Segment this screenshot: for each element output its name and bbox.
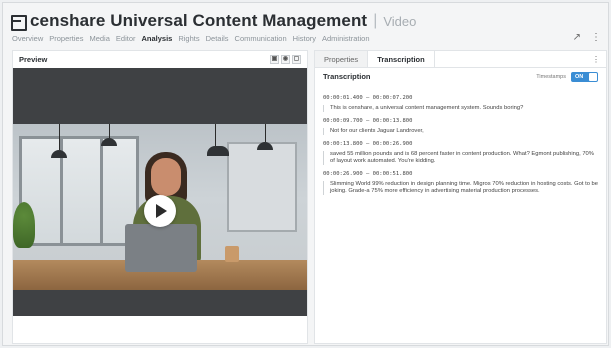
tab-properties-panel[interactable]: Properties: [315, 51, 368, 67]
transcript-text: Slimming World 99% reduction in design p…: [323, 181, 598, 195]
tab-editor[interactable]: Editor: [116, 34, 136, 43]
timestamps-control: Timestamps ON: [536, 71, 598, 82]
transcription-title: Transcription: [323, 72, 371, 81]
header-actions: ↗ ⋮: [573, 32, 601, 43]
tab-media[interactable]: Media: [89, 34, 109, 43]
expand-icon[interactable]: ↗: [573, 32, 581, 43]
transcript-text: Not for our clients Jaguar Landrover,: [323, 128, 598, 135]
preview-title: Preview: [19, 55, 48, 64]
analysis-panel: Properties Transcription ⋮ Transcription…: [314, 50, 607, 344]
tab-properties[interactable]: Properties: [49, 34, 83, 43]
tab-communication[interactable]: Communication: [235, 34, 287, 43]
tab-overview[interactable]: Overview: [12, 34, 43, 43]
tab-details[interactable]: Details: [206, 34, 229, 43]
transcript-entry[interactable]: 00:00:09.700 – 00:00:13.800 Not for our …: [323, 118, 598, 135]
video-asset-icon: [10, 14, 27, 31]
tab-transcription[interactable]: Transcription: [367, 51, 435, 67]
tab-administration[interactable]: Administration: [322, 34, 370, 43]
picture-in-picture-icon[interactable]: ▢: [292, 55, 301, 64]
video-shelf-decor: [227, 142, 297, 232]
camera-icon[interactable]: ▣: [270, 55, 279, 64]
eye-icon[interactable]: ◉: [281, 55, 290, 64]
transcription-header: Transcription Timestamps ON: [315, 68, 606, 85]
asset-tabs: Overview Properties Media Editor Analysi…: [12, 34, 370, 43]
video-lamp-cord: [215, 124, 216, 146]
transcription-list: 00:00:01.400 – 00:00:07.200 This is cens…: [315, 85, 606, 195]
transcript-entry[interactable]: 00:00:01.400 – 00:00:07.200 This is cens…: [323, 95, 598, 112]
video-person-head: [151, 158, 181, 196]
analysis-tabs: Properties Transcription ⋮: [315, 51, 606, 68]
play-button[interactable]: [144, 195, 176, 227]
video-lamp-cord: [265, 124, 266, 142]
video-window-decor: [19, 136, 139, 246]
preview-header: Preview ▣ ◉ ▢: [13, 51, 307, 68]
video-laptop: [125, 224, 197, 272]
asset-header: censhare Universal Content Management | …: [10, 10, 416, 32]
tab-analysis[interactable]: Analysis: [141, 34, 172, 43]
preview-panel: Preview ▣ ◉ ▢: [12, 50, 308, 344]
tab-rights[interactable]: Rights: [178, 34, 199, 43]
transcript-timestamp: 00:00:13.800 – 00:00:26.900: [323, 141, 413, 147]
panel-more-icon[interactable]: ⋮: [592, 55, 600, 64]
transcript-timestamp: 00:00:01.400 – 00:00:07.200: [323, 95, 413, 101]
title-separator: |: [373, 12, 378, 29]
transcript-text: This is censhare, a universal content ma…: [323, 105, 598, 112]
asset-type-label: Video: [383, 13, 417, 29]
transcript-entry[interactable]: 00:00:26.900 – 00:00:51.800 Slimming Wor…: [323, 171, 598, 195]
transcript-timestamp: 00:00:26.900 – 00:00:51.800: [323, 171, 413, 177]
more-menu-icon[interactable]: ⋮: [591, 32, 601, 43]
video-lamp-cord: [59, 124, 60, 150]
timestamps-label: Timestamps: [536, 73, 566, 80]
video-player[interactable]: [13, 68, 307, 316]
transcript-timestamp: 00:00:09.700 – 00:00:13.800: [323, 118, 413, 124]
video-mug: [225, 246, 239, 262]
transcript-entry[interactable]: 00:00:13.800 – 00:00:26.900 saved 55 mil…: [323, 141, 598, 165]
video-lamp: [207, 146, 229, 156]
video-frame: [13, 124, 307, 290]
preview-toolbar: ▣ ◉ ▢: [270, 55, 301, 64]
video-plant-decor: [13, 202, 35, 248]
page-title: censhare Universal Content Management: [30, 11, 368, 30]
timestamps-toggle[interactable]: ON: [571, 71, 598, 82]
video-lamp-cord: [109, 124, 110, 138]
tab-history[interactable]: History: [293, 34, 316, 43]
transcript-text: saved 55 million pounds and is 68 percen…: [323, 151, 598, 165]
